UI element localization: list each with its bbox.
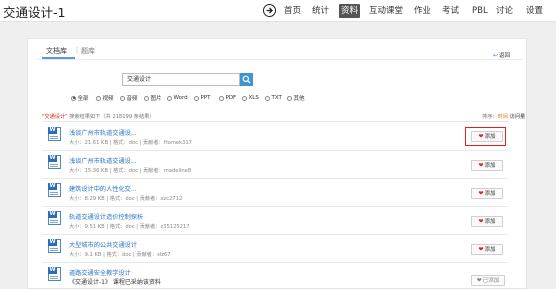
filter-other[interactable]: 其他: [287, 94, 305, 102]
filter-txt[interactable]: TXT: [265, 94, 282, 102]
return-arrow-icon: ↩: [493, 52, 499, 59]
add-button[interactable]: ❤添加: [471, 188, 503, 199]
word-doc-icon: W: [48, 127, 61, 141]
radio-icon: [265, 95, 270, 101]
word-doc-icon: W: [48, 155, 61, 169]
document-title[interactable]: 轨道交通设计造价控制探析: [69, 212, 143, 221]
document-meta: 大小：15.36 KB | 格式：doc | 贡献者：madeline8: [69, 168, 192, 174]
filter-all[interactable]: 全部: [71, 94, 89, 102]
row-divider: [42, 178, 508, 179]
document-meta: 大小：8.29 KB | 格式：doc | 贡献者：xzc2712: [69, 196, 183, 202]
word-doc-icon: W: [48, 211, 61, 225]
heart-icon: ❤: [478, 162, 484, 169]
row-divider: [42, 121, 508, 122]
nav-exam[interactable]: 考试: [442, 0, 459, 22]
row-divider: [42, 234, 508, 235]
tabs-divider: [36, 59, 522, 60]
radio-icon: [194, 95, 199, 101]
sort-label: 排序：: [482, 114, 498, 120]
filter-image[interactable]: 图片: [144, 94, 162, 102]
search-button[interactable]: [240, 73, 253, 86]
materials-panel: 文档库 | 题库 ↩返回 交通设计 全部 视频 音频 图片 Word PPT P…: [27, 38, 527, 289]
sort-by-visits[interactable]: 访问量: [510, 114, 526, 120]
nav-home[interactable]: 首页: [284, 0, 301, 22]
heart-icon: ❤: [478, 190, 484, 197]
search-input[interactable]: 交通设计: [122, 73, 240, 86]
document-title[interactable]: 建筑设计中的人性化交...: [69, 184, 137, 193]
search-icon: [242, 75, 251, 84]
result-summary: "交通设计" 搜索结果如下（共 218199 条结果）: [42, 113, 155, 120]
arrow-right-circle-icon[interactable]: [263, 4, 276, 17]
radio-icon: [96, 95, 101, 101]
word-doc-icon: W: [48, 239, 61, 253]
filter-ppt[interactable]: PPT: [194, 94, 211, 102]
word-doc-icon: W: [48, 267, 61, 281]
row-divider: [42, 262, 508, 263]
filter-audio[interactable]: 音频: [120, 94, 138, 102]
word-doc-icon: W: [48, 183, 61, 197]
radio-icon: [242, 95, 247, 101]
radio-icon: [287, 95, 292, 101]
radio-icon: [167, 95, 172, 101]
nav-discussion[interactable]: 讨论: [496, 0, 513, 22]
filter-pdf[interactable]: PDF: [219, 94, 236, 102]
radio-icon: [219, 95, 224, 101]
document-meta: 大小：9.1 KB | 格式：doc | 贡献者：slz67: [69, 252, 171, 258]
tab-separator: |: [76, 47, 79, 54]
sort-options: 排序：时间 访问量: [482, 113, 525, 120]
add-button[interactable]: ❤添加: [471, 160, 503, 171]
document-title[interactable]: 道路交通安全教学设计: [69, 268, 131, 277]
result-count-text: 搜索结果如下（共 218199 条结果）: [67, 114, 155, 120]
nav-statistics[interactable]: 统计: [312, 0, 329, 22]
tab-document-library[interactable]: 文档库: [46, 46, 67, 56]
document-meta: 大小：9.51 KB | 格式：doc | 贡献者：z35125217: [69, 224, 190, 230]
nav-settings[interactable]: 设置: [526, 0, 543, 22]
course-title: 交通设计-1: [3, 5, 66, 20]
radio-selected-icon: [71, 95, 76, 101]
filter-video[interactable]: 视频: [96, 94, 114, 102]
document-title[interactable]: 浅谈广州市轨道交通设...: [69, 128, 137, 137]
nav-interactive-class[interactable]: 互动课堂: [369, 0, 403, 22]
document-title[interactable]: 浅谈广州市轨道交通设...: [69, 156, 137, 165]
filter-xls[interactable]: XLS: [242, 94, 259, 102]
filter-word[interactable]: Word: [167, 94, 188, 102]
adopted-tooltip: 《交通设计-1》 课程已采纳该资料: [69, 279, 161, 286]
document-title[interactable]: 大型城市的公共交通设计: [69, 240, 137, 249]
result-query: "交通设计": [42, 114, 68, 120]
back-link[interactable]: ↩返回: [493, 51, 510, 59]
row-divider: [42, 150, 508, 151]
document-meta: 大小：21.61 KB | 格式：doc | 贡献者：Homek317: [69, 140, 192, 146]
radio-icon: [120, 95, 125, 101]
add-button[interactable]: ❤添加: [471, 216, 503, 227]
heart-icon: ❤: [478, 218, 484, 225]
heart-icon: ❤: [476, 277, 482, 284]
row-divider: [42, 206, 508, 207]
nav-pbl[interactable]: PBL: [472, 0, 488, 22]
tab-question-bank[interactable]: 题库: [81, 46, 95, 56]
add-button[interactable]: ❤添加: [471, 244, 503, 255]
radio-icon: [144, 95, 149, 101]
sort-by-time[interactable]: 时间: [498, 114, 508, 120]
back-link-label: 返回: [499, 53, 511, 59]
nav-materials[interactable]: 资料: [339, 4, 361, 18]
highlight-frame: [465, 127, 506, 146]
added-button[interactable]: ❤已添加: [471, 275, 505, 286]
top-header: 交通设计-1 首页 统计 资料 互动课堂 作业 考试 PBL 讨论 设置: [0, 0, 556, 22]
heart-icon: ❤: [478, 246, 484, 253]
nav-homework[interactable]: 作业: [414, 0, 431, 22]
